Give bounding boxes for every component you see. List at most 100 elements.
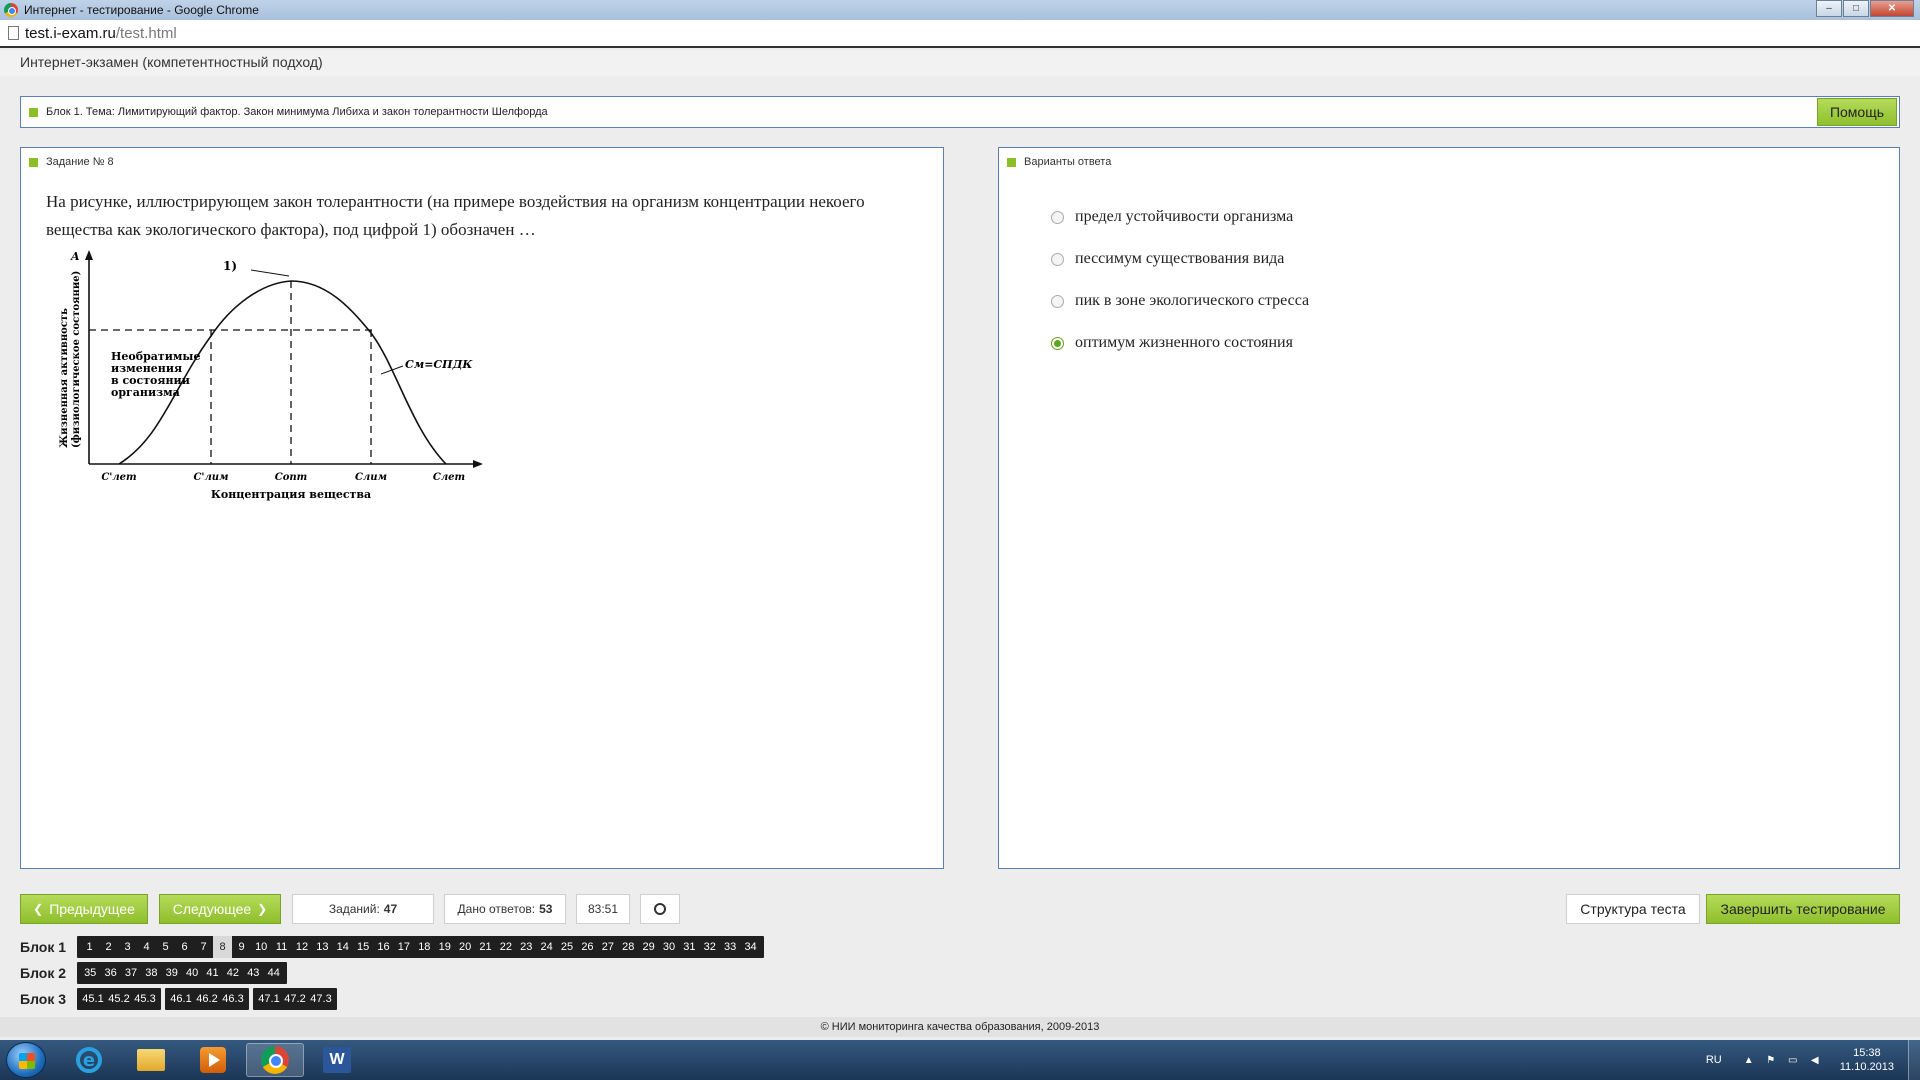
- nav-cell-46-1[interactable]: 46.1: [168, 988, 194, 1010]
- show-desktop-button[interactable]: [1908, 1040, 1920, 1080]
- nav-cell-28[interactable]: 28: [618, 936, 638, 958]
- nav-cell-26[interactable]: 26: [577, 936, 597, 958]
- x-axis-label: Концентрация вещества: [211, 488, 371, 501]
- nav-cell-2[interactable]: 2: [99, 936, 118, 958]
- finish-test-button[interactable]: Завершить тестирование: [1706, 894, 1900, 924]
- nav-cell-37[interactable]: 37: [121, 962, 141, 984]
- volume-icon[interactable]: ◀: [1808, 1053, 1822, 1067]
- nav-cell-47-1[interactable]: 47.1: [256, 988, 282, 1010]
- nav-cell-9[interactable]: 9: [232, 936, 251, 958]
- previous-button[interactable]: ❮ Предыдущее: [20, 894, 148, 924]
- clock-button[interactable]: [640, 894, 680, 924]
- nav-cell-18[interactable]: 18: [414, 936, 434, 958]
- nav-cell-31[interactable]: 31: [679, 936, 699, 958]
- nav-cell-8[interactable]: 8: [213, 936, 232, 958]
- nav-cell-40[interactable]: 40: [182, 962, 202, 984]
- nav-cell-21[interactable]: 21: [475, 936, 495, 958]
- system-clock[interactable]: 15:38 11.10.2013: [1840, 1046, 1894, 1074]
- address-bar[interactable]: test.i-exam.ru/test.html: [0, 20, 1920, 48]
- nav-cell-36[interactable]: 36: [100, 962, 120, 984]
- nav-cell-24[interactable]: 24: [536, 936, 556, 958]
- tolerance-graph: A 1) Жизненная активность (физиологическ…: [59, 250, 483, 501]
- nav-cell-7[interactable]: 7: [194, 936, 213, 958]
- nav-cell-19[interactable]: 19: [435, 936, 455, 958]
- clock-date: 11.10.2013: [1839, 1061, 1894, 1073]
- tasks-count-box: Заданий: 47: [292, 894, 434, 924]
- test-structure-button[interactable]: Структура теста: [1566, 894, 1700, 924]
- nav-cell-29[interactable]: 29: [638, 936, 658, 958]
- nav-row-block-2: Блок 2 35 36 37 38 39 40 41 42 43 44: [20, 961, 291, 985]
- nav-cell-33[interactable]: 33: [720, 936, 740, 958]
- nav-cell-30[interactable]: 30: [659, 936, 679, 958]
- nav-cell-6[interactable]: 6: [175, 936, 194, 958]
- maximize-button[interactable]: □: [1843, 0, 1869, 17]
- next-button[interactable]: Следующее ❯: [159, 894, 281, 924]
- page-icon: [8, 26, 19, 40]
- task-panel: Задание № 8 На рисунке, иллюстрирующем з…: [20, 147, 944, 869]
- window-title: Интернет - тестирование - Google Chrome: [24, 3, 259, 17]
- action-center-flag-icon[interactable]: ⚑: [1764, 1053, 1778, 1067]
- nav-cell-32[interactable]: 32: [700, 936, 720, 958]
- answer-option-2[interactable]: пессимум существования вида: [1051, 238, 1309, 280]
- nav-cell-1[interactable]: 1: [80, 936, 99, 958]
- nav-cell-10[interactable]: 10: [251, 936, 271, 958]
- nav-cell-3[interactable]: 3: [118, 936, 137, 958]
- word-taskbar-item[interactable]: W: [308, 1043, 366, 1077]
- explorer-taskbar-item[interactable]: [122, 1043, 180, 1077]
- nav-cell-15[interactable]: 15: [353, 936, 373, 958]
- system-tray: RU ▲ ⚑ ▭ ◀ 15:38 11.10.2013: [1706, 1040, 1920, 1080]
- y-axis-letter: A: [70, 250, 80, 263]
- nav-cell-34[interactable]: 34: [740, 936, 760, 958]
- nav-cell-45-3[interactable]: 45.3: [132, 988, 158, 1010]
- radio-button[interactable]: [1051, 210, 1064, 224]
- nav-cell-20[interactable]: 20: [455, 936, 475, 958]
- nav-cell-46-3[interactable]: 46.3: [220, 988, 246, 1010]
- nav-cell-22[interactable]: 22: [496, 936, 516, 958]
- nav-cell-42[interactable]: 42: [223, 962, 243, 984]
- nav-cell-47-2[interactable]: 47.2: [282, 988, 308, 1010]
- answer-option-4[interactable]: оптимум жизненного состояния: [1051, 322, 1309, 364]
- start-orb-icon[interactable]: [6, 1042, 46, 1078]
- radio-button-selected[interactable]: [1051, 336, 1064, 350]
- help-button[interactable]: Помощь: [1817, 98, 1897, 126]
- answer-option-3[interactable]: пик в зоне экологического стресса: [1051, 280, 1309, 322]
- show-hidden-icons-icon[interactable]: ▲: [1742, 1053, 1756, 1067]
- y-axis-label-line1: Жизненная активность: [59, 308, 70, 448]
- network-icon[interactable]: ▭: [1786, 1053, 1800, 1067]
- nav-cell-47-3[interactable]: 47.3: [308, 988, 334, 1010]
- nav-cell-41[interactable]: 41: [202, 962, 222, 984]
- nav-cell-4[interactable]: 4: [137, 936, 156, 958]
- nav-cell-14[interactable]: 14: [333, 936, 353, 958]
- nav-cell-5[interactable]: 5: [156, 936, 175, 958]
- nav-cell-27[interactable]: 27: [598, 936, 618, 958]
- chrome-icon: [261, 1046, 289, 1074]
- chrome-taskbar-item[interactable]: [246, 1043, 304, 1077]
- nav-cell-11[interactable]: 11: [271, 936, 291, 958]
- nav-cell-38[interactable]: 38: [141, 962, 161, 984]
- radio-button[interactable]: [1051, 252, 1064, 266]
- nav-cell-16[interactable]: 16: [373, 936, 393, 958]
- irreversible-changes-label: Необратимые изменения в состоянии органи…: [111, 350, 204, 399]
- nav-cell-39[interactable]: 39: [162, 962, 182, 984]
- nav-cell-43[interactable]: 43: [243, 962, 263, 984]
- media-player-taskbar-item[interactable]: [184, 1043, 242, 1077]
- url-path: /test.html: [115, 24, 177, 42]
- nav-cell-46-2[interactable]: 46.2: [194, 988, 220, 1010]
- nav-cell-45-1[interactable]: 45.1: [80, 988, 106, 1010]
- nav-cell-25[interactable]: 25: [557, 936, 577, 958]
- nav-cell-45-2[interactable]: 45.2: [106, 988, 132, 1010]
- answer-option-1[interactable]: предел устойчивости организма: [1051, 196, 1309, 238]
- nav-cell-12[interactable]: 12: [292, 936, 312, 958]
- close-button[interactable]: ✕: [1870, 0, 1914, 17]
- language-indicator[interactable]: RU: [1706, 1054, 1722, 1066]
- nav-cell-23[interactable]: 23: [516, 936, 536, 958]
- nav-cell-17[interactable]: 17: [394, 936, 414, 958]
- nav-cell-44[interactable]: 44: [264, 962, 284, 984]
- minimize-button[interactable]: –: [1816, 0, 1842, 17]
- peak-label: 1): [223, 259, 237, 273]
- answers-title: Варианты ответа: [1024, 156, 1112, 168]
- radio-button[interactable]: [1051, 294, 1064, 308]
- nav-cell-13[interactable]: 13: [312, 936, 332, 958]
- nav-cell-35[interactable]: 35: [80, 962, 100, 984]
- internet-explorer-taskbar-item[interactable]: e: [60, 1043, 118, 1077]
